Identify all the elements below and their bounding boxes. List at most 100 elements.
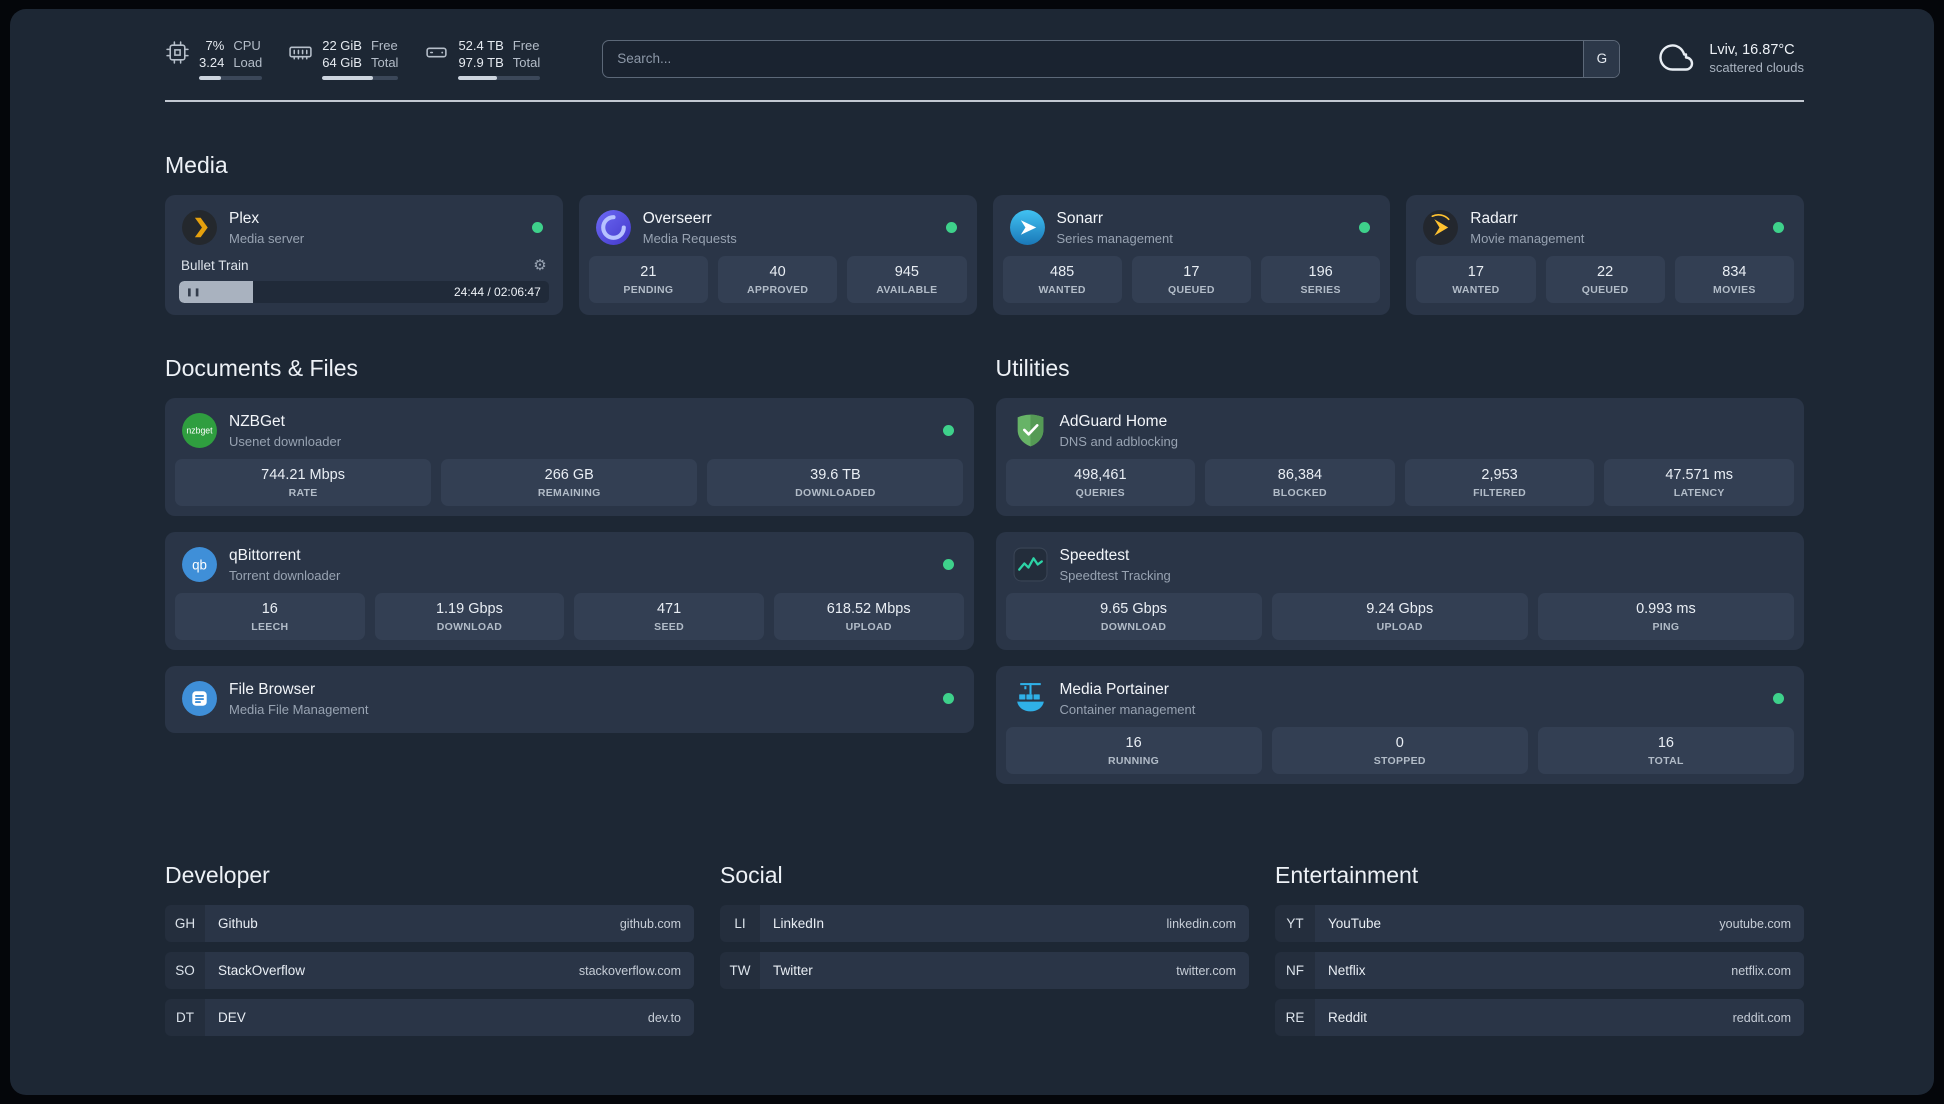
stat-label: RATE [288,487,318,499]
stat-available: 945 AVAILABLE [847,256,967,303]
bookmark-name: DEV [218,1010,246,1025]
bookmark-name: Netflix [1328,963,1366,978]
disk-usage-fill [458,76,497,80]
stat-leech: 16 LEECH [175,593,365,640]
service-description: Container management [1059,701,1196,717]
cpu-label-bottom: Load [233,55,263,70]
stat-movies: 834 MOVIES [1674,256,1794,303]
service-link-overseerr[interactable]: Overseerr Media Requests [589,203,967,256]
stat-downloaded: 39.6 TB DOWNLOADED [707,459,964,506]
adguard-stats: 498,461 QUERIES 86,384 BLOCKED 2,953 FIL… [1005,459,1794,506]
bookmark-group-entertainment: Entertainment YT YouTube youtube.com NF … [1275,862,1804,1046]
stat-stopped: 0 STOPPED [1271,727,1528,774]
memory-free: 22 GiB [322,38,362,53]
cpu-label-top: CPU [233,38,261,53]
service-link-sonarr[interactable]: Sonarr Series management [1003,203,1381,256]
stat-queued: 22 QUEUED [1545,256,1665,303]
service-link-radarr[interactable]: Radarr Movie management [1416,203,1794,256]
service-description: DNS and adblocking [1059,433,1179,449]
stat-value: 471 [656,601,682,617]
plex-icon [181,209,218,246]
bookmark-stackoverflow[interactable]: SO StackOverflow stackoverflow.com [165,952,694,989]
qbittorrent-icon: qb [181,546,218,583]
memory-widget: 22 GiB 64 GiB Free Total [288,37,399,80]
bookmark-name: Github [218,916,258,931]
service-link-plex[interactable]: Plex Media server [175,203,553,256]
nzbget-icon: nzbget [181,412,218,449]
section-title-entertainment: Entertainment [1275,862,1419,888]
section-title-utilities: Utilities [995,355,1070,381]
stat-download: 9.65 Gbps DOWNLOAD [1005,593,1262,640]
stat-wanted: 17 WANTED [1416,256,1536,303]
stat-label: STOPPED [1373,755,1426,767]
disk-total: 97.9 TB [458,55,504,70]
speedtest-stats: 9.65 Gbps DOWNLOAD 9.24 Gbps UPLOAD 0.99… [1005,593,1795,640]
service-card-qbittorrent: qb qBittorrent Torrent downloader 16 LEE… [165,532,974,650]
stat-value: 39.6 TB [810,467,861,483]
stat-label: APPROVED [746,284,809,296]
cloud-icon [1656,43,1698,74]
stat-value: 196 [1308,264,1333,280]
stat-label: QUEUED [1168,284,1215,296]
stat-value: 21 [640,264,657,280]
stat-wanted: 485 WANTED [1002,256,1122,303]
playback-progress-bar[interactable]: ❚❚ 24:44 / 02:06:47 [179,281,549,303]
status-dot [942,559,954,570]
bookmark-twitter[interactable]: TW Twitter twitter.com [720,952,1249,989]
bookmark-name: Reddit [1328,1010,1368,1025]
topbar-divider [165,100,1804,102]
status-dot [1359,222,1371,233]
stat-upload: 9.24 Gbps UPLOAD [1271,593,1528,640]
weather-condition: scattered clouds [1709,60,1804,75]
service-link-nzbget[interactable]: nzbget NZBGet Usenet downloader [175,406,964,459]
bookmark-abbr: GH [165,905,205,942]
stat-label: MOVIES [1713,284,1756,296]
bookmark-linkedin[interactable]: LI LinkedIn linkedin.com [720,905,1249,942]
gear-icon[interactable]: ⚙ [533,258,546,273]
bookmark-reddit[interactable]: RE Reddit reddit.com [1275,999,1804,1036]
service-name: NZBGet [229,412,285,430]
section-title-documents: Documents & Files [165,355,359,381]
qbittorrent-stats: 16 LEECH 1.19 Gbps DOWNLOAD 471 SEED 618… [175,593,964,640]
stat-seed: 471 SEED [574,593,764,640]
bookmark-abbr: YT [1275,905,1315,942]
stat-label: DOWNLOADED [795,487,876,499]
service-link-speedtest[interactable]: Speedtest Speedtest Tracking [1006,540,1795,593]
disk-widget: 52.4 TB 97.9 TB Free Total [424,37,541,80]
adguard-icon [1012,412,1049,449]
stat-value: 618.52 Mbps [826,601,911,617]
stat-value: 0.993 ms [1636,601,1696,617]
weather-widget: Lviv, 16.87°C scattered clouds [1656,42,1804,75]
pause-icon[interactable]: ❚❚ [186,288,201,297]
cpu-usage-bar [199,76,263,80]
bookmark-youtube[interactable]: YT YouTube youtube.com [1275,905,1804,942]
radarr-icon [1422,209,1459,246]
filebrowser-icon [181,680,218,717]
stat-label: FILTERED [1473,487,1527,499]
disk-usage-bar [458,76,541,80]
svg-text:qb: qb [192,558,207,573]
service-name: Overseerr [642,209,712,227]
service-card-speedtest: Speedtest Speedtest Tracking 9.65 Gbps D… [995,532,1804,650]
stat-value: 47.571 ms [1665,467,1734,483]
bookmark-github[interactable]: GH Github github.com [165,905,694,942]
stat-running: 16 RUNNING [1005,727,1262,774]
stat-label: LATENCY [1673,487,1725,499]
stat-remaining: 266 GB REMAINING [441,459,698,506]
service-link-adguard-home[interactable]: AdGuard Home DNS and adblocking [1006,406,1795,459]
service-link-media-portainer[interactable]: Media Portainer Container management [1006,674,1795,727]
status-dot [942,693,954,704]
service-link-qbittorrent[interactable]: qb qBittorrent Torrent downloader [175,540,964,593]
disk-label-bottom: Total [512,55,541,70]
stat-value: 266 GB [544,467,594,483]
bookmark-netflix[interactable]: NF Netflix netflix.com [1275,952,1804,989]
stat-label: LEECH [251,621,289,633]
search-provider-button[interactable]: G [1583,40,1620,77]
stat-value: 1.19 Gbps [435,601,503,617]
bookmark-dev[interactable]: DT DEV dev.to [165,999,694,1036]
memory-total: 64 GiB [322,55,362,70]
bookmark-abbr: SO [165,952,205,989]
service-link-filebrowser[interactable]: File Browser Media File Management [175,674,964,723]
stat-label: WANTED [1038,284,1086,296]
search-input[interactable] [602,39,1621,78]
